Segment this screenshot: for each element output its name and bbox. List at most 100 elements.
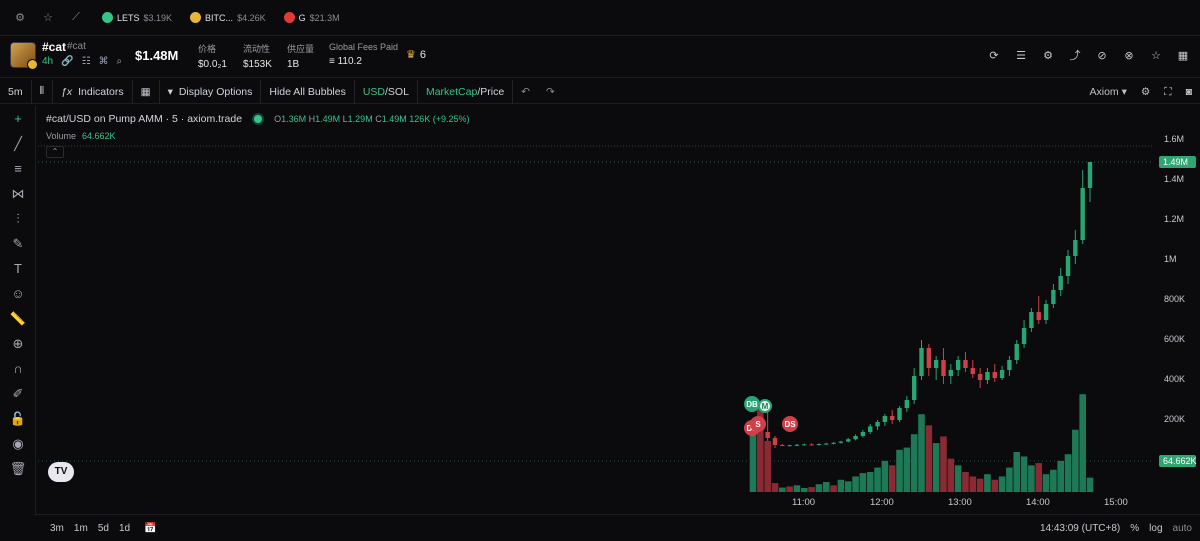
volume-bar bbox=[800, 488, 808, 492]
candle-body bbox=[1036, 312, 1041, 320]
log-toggle[interactable]: log bbox=[1149, 523, 1162, 534]
live-indicator bbox=[254, 115, 263, 123]
time-tick-label: 13:00 bbox=[948, 497, 972, 508]
volume-bar bbox=[1050, 469, 1057, 492]
volume-bar bbox=[954, 465, 962, 492]
change-value: 126K (+9.25%) bbox=[409, 114, 470, 124]
volume-legend: Volume 64.662K bbox=[46, 131, 116, 141]
candle-body bbox=[1029, 312, 1034, 328]
volume-bar bbox=[830, 485, 837, 492]
candle-body bbox=[977, 374, 983, 380]
trade-marker-label: DB bbox=[746, 400, 758, 409]
bottom-right: 14:43:09 (UTC+8) % log auto bbox=[1040, 515, 1192, 541]
trade-marker-label: DS bbox=[784, 420, 796, 429]
candle-body bbox=[911, 376, 917, 400]
volume-label: Volume bbox=[46, 131, 77, 141]
volume-bar bbox=[822, 482, 830, 492]
candle-body bbox=[875, 422, 880, 427]
volume-bar bbox=[881, 460, 889, 492]
candle-body bbox=[1058, 276, 1063, 290]
volume-bar bbox=[918, 414, 925, 492]
candle-body bbox=[1073, 240, 1078, 256]
candle-body bbox=[970, 368, 975, 374]
volume-bar bbox=[764, 440, 771, 492]
trade-marker-label: M bbox=[762, 402, 769, 411]
volume-bar bbox=[1006, 467, 1013, 492]
time-tick-label: 15:00 bbox=[1104, 497, 1128, 508]
candle-body bbox=[889, 416, 895, 420]
price-tick-label: 800K bbox=[1164, 294, 1186, 304]
volume-bar bbox=[786, 486, 793, 492]
series-title: #cat/USD on Pump AMM · 5 · axiom.trade bbox=[46, 113, 243, 125]
candle-body bbox=[765, 432, 770, 438]
volume-bar bbox=[837, 479, 845, 492]
time-tick-label: 12:00 bbox=[870, 497, 894, 508]
volume-bar bbox=[1020, 456, 1028, 492]
last-price-badge: 1.49M bbox=[1159, 156, 1196, 168]
volume-bar bbox=[1086, 477, 1094, 492]
candle-body bbox=[1007, 360, 1012, 370]
volume-bar bbox=[852, 476, 859, 492]
candle-body bbox=[999, 370, 1005, 378]
candle-body bbox=[787, 445, 792, 447]
price-tick-label: 1.2M bbox=[1164, 214, 1185, 224]
candle-body bbox=[1043, 304, 1049, 320]
volume-bar bbox=[940, 436, 947, 492]
candle-body bbox=[926, 348, 932, 368]
range-3m[interactable]: 3m bbox=[50, 523, 64, 534]
price-chart[interactable]: DBMDSSDS bbox=[0, 0, 1200, 541]
open-value: 1.36M bbox=[281, 114, 307, 124]
volume-bar bbox=[962, 472, 969, 492]
volume-bar bbox=[984, 474, 991, 492]
volume-bar bbox=[1064, 454, 1072, 492]
tradingview-logo[interactable]: TV bbox=[48, 462, 74, 482]
candle-body bbox=[955, 360, 961, 370]
range-1d[interactable]: 1d bbox=[119, 523, 130, 534]
volume-bar bbox=[815, 484, 823, 492]
volume-bar bbox=[888, 465, 896, 492]
candle-body bbox=[846, 439, 851, 442]
price-tick-label: 400K bbox=[1164, 374, 1186, 384]
range-5d[interactable]: 5d bbox=[98, 523, 109, 534]
volume-bar bbox=[932, 443, 940, 492]
volume-bar bbox=[1013, 452, 1021, 492]
candle-body bbox=[853, 436, 858, 440]
time-tick-label: 14:00 bbox=[1026, 497, 1050, 508]
auto-toggle[interactable]: auto bbox=[1173, 523, 1192, 534]
volume-bar bbox=[976, 478, 984, 492]
price-tick-label: 1M bbox=[1164, 254, 1177, 264]
clock-time[interactable]: 14:43:09 (UTC+8) bbox=[1040, 523, 1120, 534]
price-tick-label: 1.4M bbox=[1164, 174, 1185, 184]
candle-body bbox=[802, 444, 807, 446]
candle-body bbox=[948, 370, 954, 376]
ohlc-values: O1.36M H1.49M L1.29M C1.49M 126K (+9.25%… bbox=[274, 114, 470, 124]
volume-bar bbox=[969, 476, 977, 492]
volume-badge: 64.662K bbox=[1159, 455, 1197, 467]
collapse-legend-button[interactable]: ⌃ bbox=[46, 146, 64, 158]
percent-toggle[interactable]: % bbox=[1130, 523, 1139, 534]
volume-bar bbox=[1042, 474, 1050, 492]
trade-marker-label: S bbox=[755, 420, 761, 429]
candle-body bbox=[919, 348, 924, 376]
candle-body bbox=[933, 360, 939, 368]
price-tick-label: 600K bbox=[1164, 334, 1186, 344]
high-value: 1.49M bbox=[315, 114, 341, 124]
price-tick-label: 1.6M bbox=[1164, 134, 1185, 144]
candle-body bbox=[882, 416, 888, 422]
candle-body bbox=[897, 408, 902, 420]
volume-bar bbox=[859, 473, 867, 492]
range-1m[interactable]: 1m bbox=[74, 523, 88, 534]
volume-bar bbox=[896, 449, 903, 492]
candle-body bbox=[1065, 256, 1071, 276]
candle-body bbox=[816, 444, 822, 445]
goto-date-icon[interactable]: 📅 bbox=[144, 523, 156, 534]
candle-body bbox=[838, 441, 844, 443]
volume-bar bbox=[925, 425, 933, 492]
candle-body bbox=[992, 372, 997, 378]
volume-bar bbox=[779, 487, 786, 492]
candle-body bbox=[1021, 328, 1027, 344]
close-value: 1.49M bbox=[381, 114, 407, 124]
price-tick-label: 200K bbox=[1164, 414, 1186, 424]
volume-bar bbox=[1072, 429, 1079, 492]
candle-body bbox=[1080, 188, 1085, 240]
